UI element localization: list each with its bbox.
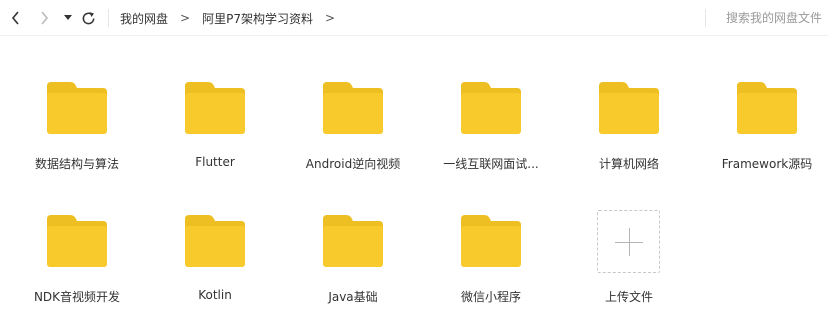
back-button[interactable] [8,8,24,28]
breadcrumb-item-root[interactable]: 我的网盘 [120,10,168,27]
folder-icon [185,82,245,134]
folder-name: 一线互联网面试... [443,157,539,171]
search-divider [705,9,706,27]
toolbar: 我的网盘 > 阿里P7架构学习资料 > [0,0,828,36]
folder-icon [47,82,107,134]
caret-down-icon [64,15,72,20]
history-dropdown-button[interactable] [62,8,74,28]
folder-name: Kotlin [198,288,232,302]
folder-icon [737,82,797,134]
folder-item[interactable]: Kotlin [149,184,281,302]
folder-name: Java基础 [328,290,378,304]
folder-icon [599,82,659,134]
folder-name: Framework源码 [721,157,813,171]
folder-item[interactable]: Framework源码 [701,51,828,171]
breadcrumb-item-current[interactable]: 阿里P7架构学习资料 [202,10,313,27]
breadcrumb-separator: > [180,11,191,25]
refresh-button[interactable] [79,8,97,28]
forward-button[interactable] [36,8,52,28]
folder-icon [323,82,383,134]
plus-icon [597,210,660,273]
folder-item[interactable]: Android逆向视频 [287,51,419,171]
folder-icon [461,215,521,267]
folder-item[interactable]: Java基础 [287,184,419,304]
folder-name: 计算机网络 [598,157,659,171]
folder-item[interactable]: 一线互联网面试... [425,51,557,171]
folder-icon [323,215,383,267]
folder-name: Flutter [195,155,235,169]
upload-label: 上传文件 [604,290,653,304]
folder-name: 数据结构与算法 [34,157,119,171]
chevron-right-icon [41,11,49,25]
folder-item[interactable]: Flutter [149,51,281,169]
breadcrumb: 我的网盘 > 阿里P7架构学习资料 > [120,10,347,26]
folder-name: NDK音视频开发 [33,290,121,304]
folder-icon [185,215,245,267]
upload-file-button[interactable]: 上传文件 [563,184,695,304]
toolbar-divider [108,9,109,27]
search-input[interactable] [712,9,822,27]
folder-icon [461,82,521,134]
folder-item[interactable]: 微信小程序 [425,184,557,304]
chevron-left-icon [11,11,19,25]
folder-item[interactable]: 计算机网络 [563,51,695,171]
folder-item[interactable]: 数据结构与算法 [11,51,143,171]
folder-name: Android逆向视频 [305,157,401,171]
folder-name: 微信小程序 [460,290,521,304]
folder-icon [47,215,107,267]
file-grid: 数据结构与算法 Flutter Android逆向视频 一线互联网面试... 计… [0,36,828,329]
folder-item[interactable]: NDK音视频开发 [11,184,143,304]
breadcrumb-separator: > [324,11,336,25]
refresh-icon [82,11,94,24]
